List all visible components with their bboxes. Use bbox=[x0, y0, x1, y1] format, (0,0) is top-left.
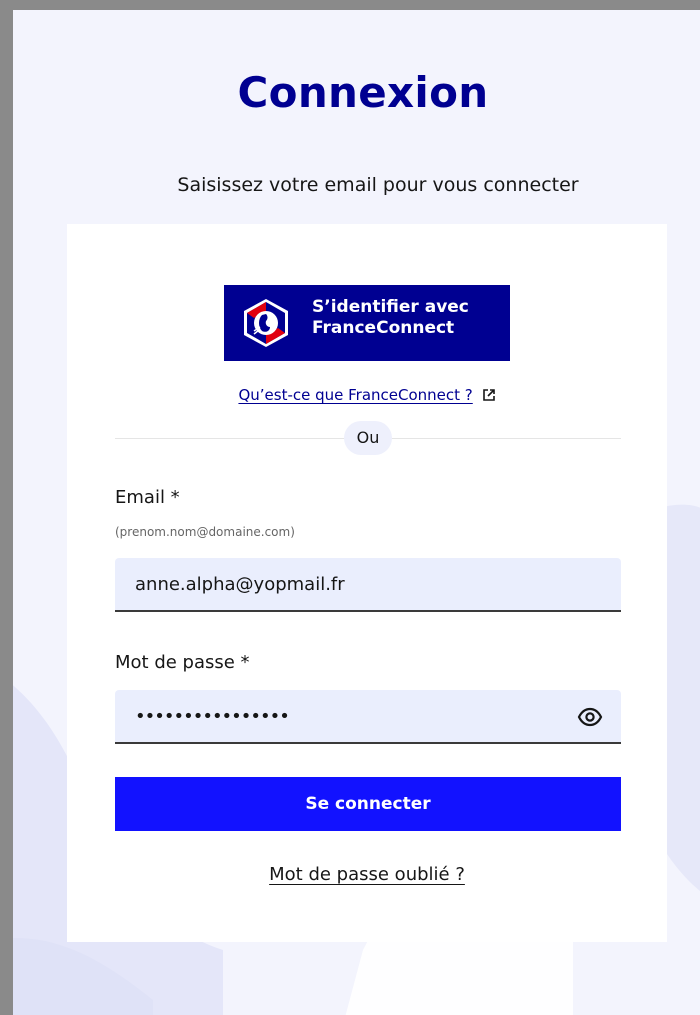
eye-icon[interactable] bbox=[577, 704, 603, 730]
franceconnect-logo-icon bbox=[244, 299, 288, 347]
external-link-icon bbox=[482, 389, 495, 401]
page-title: Connexion bbox=[237, 68, 489, 117]
login-button[interactable]: Se connecter bbox=[115, 777, 621, 831]
franceconnect-line2: FranceConnect bbox=[312, 318, 455, 338]
page-subtitle: Saisissez votre email pour vous connecte… bbox=[177, 174, 579, 196]
email-label: Email * bbox=[115, 487, 180, 508]
franceconnect-button-text: S’identifier avec FranceConnect bbox=[312, 297, 469, 339]
forgot-password: Mot de passe oublié ? bbox=[67, 864, 667, 885]
window-frame: Connexion Saisissez votre email pour vou… bbox=[0, 0, 700, 1015]
forgot-password-link[interactable]: Mot de passe oublié ? bbox=[269, 864, 465, 885]
franceconnect-button[interactable]: S’identifier avec FranceConnect bbox=[224, 285, 510, 361]
franceconnect-info-link-text[interactable]: Qu’est-ce que FranceConnect ? bbox=[238, 386, 472, 404]
password-field[interactable]: •••••••••••••••• bbox=[115, 690, 621, 744]
email-hint: (prenom.nom@domaine.com) bbox=[115, 525, 295, 539]
franceconnect-line1: S’identifier avec bbox=[312, 297, 469, 317]
login-card: S’identifier avec FranceConnect Qu’est-c… bbox=[67, 224, 667, 942]
email-field[interactable]: anne.alpha@yopmail.fr bbox=[115, 558, 621, 612]
franceconnect-info-link[interactable]: Qu’est-ce que FranceConnect ? bbox=[67, 386, 667, 404]
page-background: Connexion Saisissez votre email pour vou… bbox=[13, 10, 700, 1015]
separator-label: Ou bbox=[344, 421, 392, 455]
email-value: anne.alpha@yopmail.fr bbox=[135, 574, 345, 595]
password-value: •••••••••••••••• bbox=[135, 706, 290, 727]
password-label: Mot de passe * bbox=[115, 652, 250, 673]
